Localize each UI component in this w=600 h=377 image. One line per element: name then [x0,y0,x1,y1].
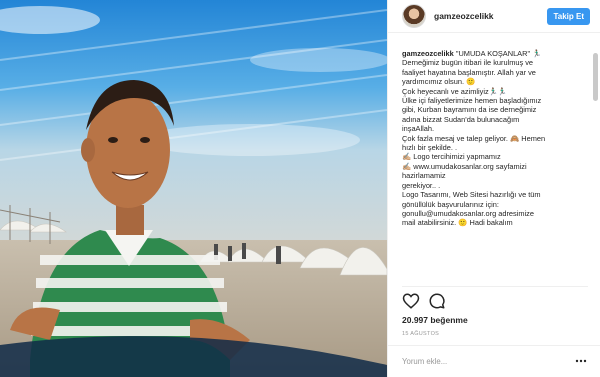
caption-line: gerekiyor.. . [402,180,441,190]
comment-box [388,345,600,377]
caption-email[interactable]: gonullu@umudakosanlar.org adresimize [402,209,588,218]
more-options-icon[interactable] [575,359,587,363]
caption-line: adına bizzat Sudan'da bulunacağım [402,114,520,124]
post-side-panel: gamzeozcelikk Takip Et gamzeozcelikk "UM… [387,0,600,377]
follow-button[interactable]: Takip Et [547,8,590,25]
divider [402,286,588,287]
caption-scrollbar[interactable] [593,53,598,101]
caption-line: Logo Tasarımı, Web Sitesi hazırlığı ve t… [402,190,541,200]
caption: gamzeozcelikk "UMUDA KOŞANLAR" 🏃🏽‍♂️ Der… [402,49,588,289]
post-header: gamzeozcelikk Takip Et [388,0,600,33]
caption-line: hazirlamamiz [402,171,446,181]
caption-line: Derneğimiz bugün itibari ile kurulmuş ve [402,58,534,68]
username-link[interactable]: gamzeozcelikk [434,11,494,21]
caption-line: mail atabilirsiniz. 🙂 Hadi bakalım [402,218,513,228]
caption-line: gibi, Kurban bayramını da ise derneğimiz [402,105,537,115]
photo-illustration [0,0,387,377]
comment-input[interactable] [402,357,572,366]
like-count[interactable]: 20.997 beğenme [402,315,468,325]
caption-first-line: gamzeozcelikk "UMUDA KOŞANLAR" 🏃🏽‍♂️ [402,49,588,58]
caption-line: hızlı bir şekilde. . [402,143,458,153]
caption-line: yardımcımız olsun. 🙂 [402,77,476,87]
caption-line: ✍🏼 Logo tercihimizi yapmamız [402,152,501,162]
actions-bar [402,286,592,312]
caption-line: "UMUDA KOŞANLAR" 🏃🏽‍♂️ [455,49,542,58]
caption-line: inşaAllah. [402,124,435,134]
caption-line: Ülke içi faliyetlerimize hemen başladığı… [402,96,542,106]
caption-line: gönüllülük başvurularınız için: [402,199,499,209]
post-photo[interactable] [0,0,387,377]
caption-line: Çok heyecanlı ve azimliyiz🏃🏽‍♂️🏃🏽‍♂️ [402,86,508,96]
caption-line: faaliyet hayatına başlamıştır. Allah yar… [402,67,536,77]
heart-icon[interactable] [402,292,420,310]
caption-line: Çok fazla mesaj ve talep geliyor. 🙈 Heme… [402,133,546,143]
post-date[interactable]: 15 AĞUSTOS [402,331,439,337]
comment-bubble-icon[interactable] [428,292,446,310]
avatar[interactable] [402,4,426,28]
caption-link[interactable]: ✍🏼 www.umudakosanlar.org sayfamizi [402,162,588,171]
caption-username[interactable]: gamzeozcelikk [402,49,454,58]
